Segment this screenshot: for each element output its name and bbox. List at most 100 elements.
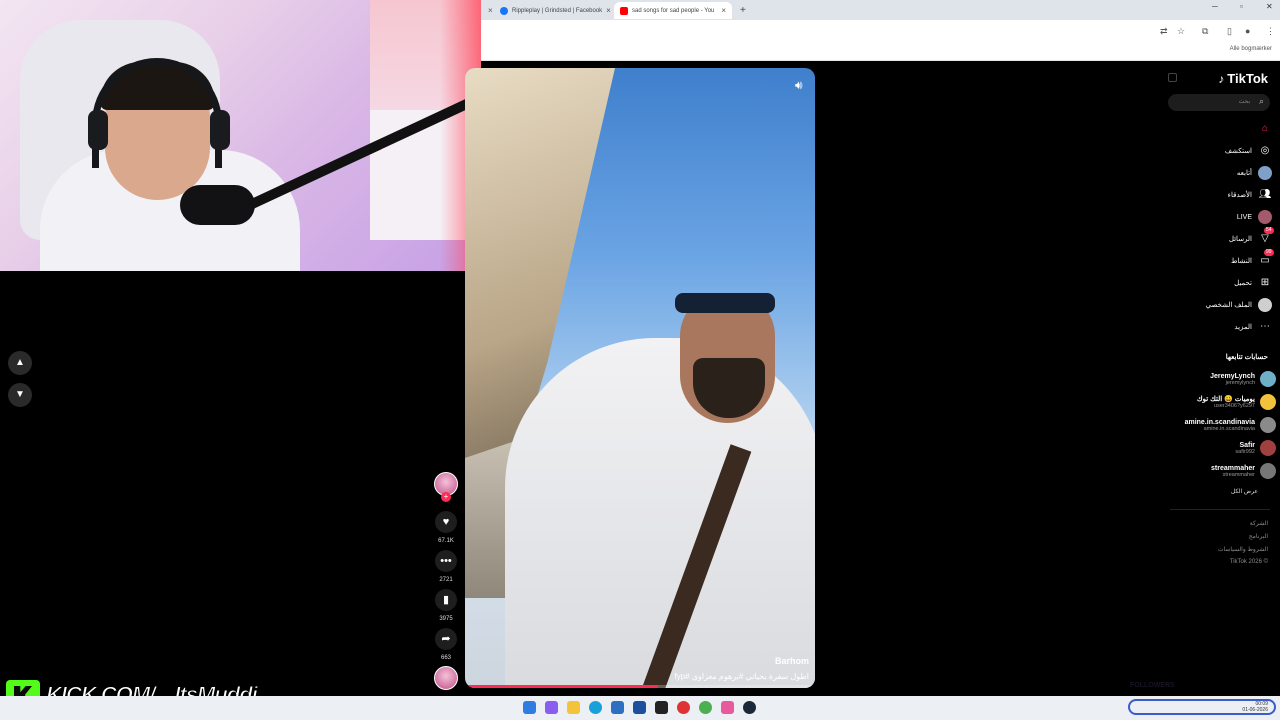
sound-icon[interactable]: 🔊︎ (795, 78, 803, 93)
like-heart-icon[interactable]: ♥ (435, 511, 457, 533)
store-icon[interactable] (611, 701, 624, 714)
close-tab-icon[interactable]: × (721, 6, 726, 15)
address-bar[interactable]: ⇄ ☆ ⧉ ▯ ● ⋮ (480, 20, 1280, 42)
video-author[interactable]: Barhom (775, 656, 809, 666)
extensions-icon[interactable]: ⧉ (1202, 26, 1208, 37)
previous-video-button[interactable]: ▲ (8, 351, 32, 375)
file-explorer-icon[interactable] (567, 701, 580, 714)
maximize-icon[interactable]: ▫ (1240, 2, 1243, 11)
bookmarks-bar: Alle bogmærker (480, 42, 1280, 61)
footer-copyright: TikTok 2026 © (1229, 559, 1268, 565)
friends-icon: 👥︎ (1258, 189, 1272, 200)
next-video-button[interactable]: ▼ (8, 383, 32, 407)
bookmark-star-icon[interactable]: ☆ (1177, 26, 1185, 37)
messages-icon: ▽ 54 (1261, 227, 1274, 244)
microphone (180, 185, 255, 225)
browser-tab-bar: × Rippleplay | Grindsted | Facebook × sa… (480, 0, 1280, 20)
nav-friends[interactable]: الأصدقاء 👥︎ (1228, 187, 1272, 203)
tiktok-logo[interactable]: ♪ TikTok (1218, 71, 1268, 86)
edge-icon[interactable] (589, 701, 602, 714)
account-avatar (1260, 417, 1276, 433)
facebook-icon (500, 6, 508, 15)
account-item[interactable]: streammaher streammaher (1211, 461, 1276, 481)
nav-explore[interactable]: استكشف ◎ (1225, 143, 1272, 159)
app-icon[interactable] (677, 701, 690, 714)
video-progress-fill (465, 685, 658, 688)
windows-taskbar: 00:09 01-06-2026 (0, 696, 1280, 720)
steam-icon[interactable] (743, 701, 756, 714)
footer-company[interactable]: الشركة (1250, 520, 1268, 527)
minimize-icon[interactable]: ─ (1212, 2, 1218, 11)
account-item[interactable]: amine.in.scandinavia amine.in.scandinavia (1185, 415, 1276, 435)
comment-icon[interactable]: ••• (435, 550, 457, 572)
close-tab-icon[interactable]: × (606, 6, 611, 15)
compass-icon: ◎ (1260, 145, 1270, 156)
share-arrow-icon[interactable]: ➦ (435, 628, 457, 650)
account-item[interactable]: Safir safir992 (1235, 438, 1276, 458)
screen: × Rippleplay | Grindsted | Facebook × sa… (0, 0, 1280, 720)
tab-title: Rippleplay | Grindsted | Facebook (512, 7, 603, 14)
collapse-sidebar-icon[interactable] (1168, 73, 1177, 82)
account-item[interactable]: يوميات 😀 التك توك user3406?y6297 (1197, 392, 1276, 412)
tab-close-prev[interactable]: × (482, 2, 494, 19)
nav-activity[interactable]: النشاط ▭ 99 (1231, 249, 1274, 269)
all-bookmarks[interactable]: Alle bogmærker (1230, 46, 1272, 52)
following-avatar-icon (1258, 166, 1272, 180)
activity-badge: 99 (1264, 249, 1274, 256)
nav-more[interactable]: المزيد ⋯ (1234, 319, 1272, 335)
video-player[interactable]: 🔊︎ Barhom اطول سفرة بحياتي #برهوم معزاوي… (465, 68, 815, 688)
new-tab-button[interactable]: + (734, 2, 750, 19)
footer-terms[interactable]: الشروط والسياسات (1218, 546, 1268, 553)
nav-live[interactable]: LIVE (1237, 209, 1272, 225)
live-icon (1258, 210, 1272, 224)
nav-upload[interactable]: تحميل ⊞ (1234, 275, 1272, 291)
chrome-icon[interactable] (699, 701, 712, 714)
account-avatar (1260, 371, 1276, 387)
save-count: 3975 (439, 616, 453, 622)
upload-icon: ⊞ (1260, 277, 1270, 288)
close-window-icon[interactable]: ✕ (1266, 2, 1273, 11)
nav-profile[interactable]: الملف الشخصي (1206, 297, 1272, 313)
share-count: 663 (440, 655, 451, 661)
webcam-overlay (0, 0, 481, 271)
copilot-icon[interactable] (545, 701, 558, 714)
bookmark-icon[interactable]: ▮ (435, 589, 457, 611)
nav-messages[interactable]: الرسائل ▽ 54 (1229, 227, 1274, 247)
followers-label: FOLLOWERS (1130, 682, 1175, 689)
sidepanel-icon[interactable]: ▯ (1227, 26, 1232, 37)
start-icon[interactable] (523, 701, 536, 714)
more-icon: ⋯ (1260, 321, 1270, 332)
profile-icon[interactable]: ● (1245, 26, 1250, 36)
youtube-icon (620, 6, 628, 15)
follow-plus-icon[interactable]: + (441, 492, 451, 502)
tab-title: sad songs for sad people - You (632, 7, 715, 14)
account-avatar (1260, 440, 1276, 456)
account-item[interactable]: JeremyLynch jeremylynch (1210, 369, 1276, 389)
comment-count: 2721 (439, 577, 453, 583)
obs-icon[interactable] (721, 701, 734, 714)
video-caption: اطول سفرة بحياتي #برهوم معزاوي #fyp (674, 672, 809, 681)
translate-icon[interactable]: ⇄ (1160, 26, 1168, 37)
tiktok-note-icon: ♪ (1218, 71, 1225, 86)
tab-facebook[interactable]: Rippleplay | Grindsted | Facebook × (494, 2, 612, 19)
tab-youtube[interactable]: sad songs for sad people - You × (614, 2, 732, 19)
nav-following[interactable]: أتابعه (1237, 165, 1272, 181)
home-icon: ⌂ (1261, 123, 1269, 134)
menu-icon[interactable]: ⋮ (1266, 26, 1275, 37)
see-all-link[interactable]: عرض الكل (1231, 488, 1258, 495)
mail-icon[interactable] (633, 701, 646, 714)
search-placeholder: بحث (1238, 99, 1250, 105)
system-tray[interactable]: 00:09 01-06-2026 (1128, 699, 1276, 715)
nav-for-you[interactable]: ⌂ (1252, 121, 1272, 137)
search-input[interactable]: بحث ⌕ (1168, 94, 1270, 111)
account-avatar (1260, 463, 1276, 479)
following-accounts-title: حسابات تتابعها (1225, 354, 1268, 361)
music-disc-avatar[interactable] (434, 666, 458, 690)
profile-avatar-icon (1258, 298, 1272, 312)
clock-date: 01-06-2026 (1242, 707, 1268, 713)
terminal-icon[interactable] (655, 701, 668, 714)
video-progress-bar[interactable] (465, 685, 815, 688)
search-icon[interactable]: ⌕ (1259, 96, 1264, 107)
footer-program[interactable]: البرنامج (1249, 533, 1268, 540)
tiktok-sidebar: ♪ TikTok بحث ⌕ ⌂ استكشف ◎ أتابعه الأصدقا… (1160, 61, 1280, 701)
